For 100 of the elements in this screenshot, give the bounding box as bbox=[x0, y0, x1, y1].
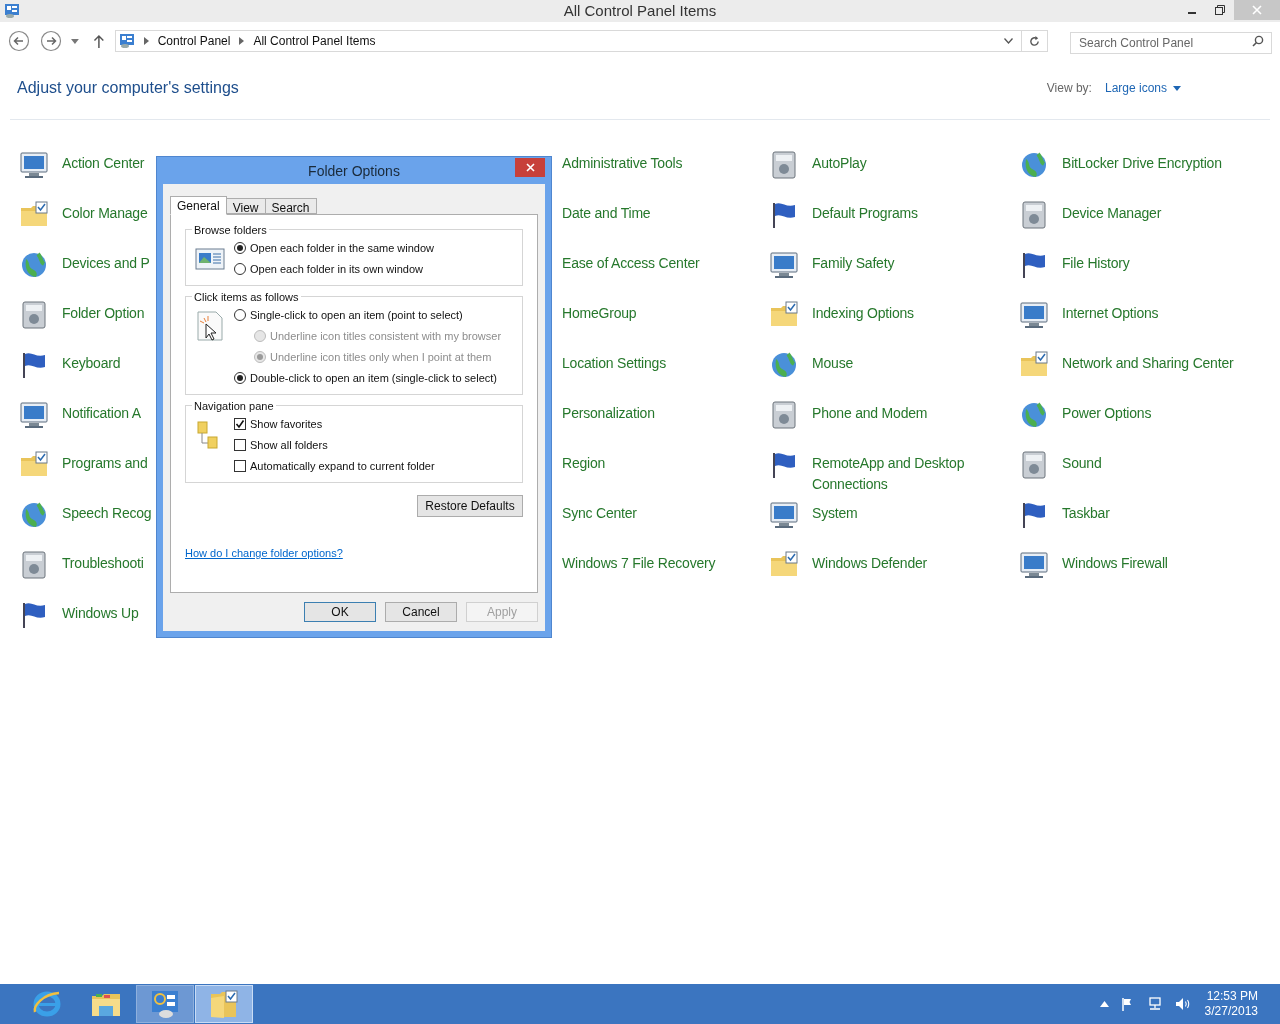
tab[interactable]: Search bbox=[265, 198, 317, 214]
close-icon bbox=[1252, 5, 1262, 15]
taskbar-button[interactable] bbox=[136, 985, 194, 1023]
address-bar[interactable]: Control Panel All Control Panel Items bbox=[114, 30, 1048, 52]
applet-link[interactable]: Date and Time bbox=[562, 199, 651, 224]
applet-link[interactable]: Troubleshooti bbox=[62, 549, 144, 574]
breadcrumb-item[interactable]: Control Panel bbox=[157, 32, 231, 50]
applet-link[interactable]: Folder Option bbox=[62, 299, 145, 324]
applet-link[interactable]: Region bbox=[562, 449, 606, 474]
view-by-label: View by: bbox=[1046, 80, 1092, 97]
applet-link[interactable]: Device Manager bbox=[1062, 199, 1162, 224]
option-label: Underline icon titles consistent with my browser bbox=[270, 328, 502, 344]
option-label: Open each folder in the same window bbox=[250, 240, 435, 256]
up-arrow-icon[interactable] bbox=[92, 34, 105, 48]
network-icon[interactable] bbox=[1146, 997, 1163, 1011]
applet-link[interactable]: Action Center bbox=[62, 149, 145, 174]
checkbox[interactable] bbox=[234, 418, 246, 430]
applet-link[interactable]: Speech Recog bbox=[62, 499, 152, 524]
applet-link[interactable]: Indexing Options bbox=[812, 299, 914, 324]
pointer-click-icon bbox=[194, 310, 226, 342]
applet-link[interactable]: Windows Firewall bbox=[1062, 549, 1168, 574]
breadcrumb-item[interactable]: All Control Panel Items bbox=[253, 32, 376, 50]
applet-link[interactable]: Notification A bbox=[62, 399, 141, 424]
radio-button[interactable] bbox=[234, 263, 246, 275]
clock-date: 3/27/2013 bbox=[1204, 1004, 1258, 1019]
option-label: Automatically expand to current folder bbox=[250, 458, 435, 474]
chevron-down-icon[interactable] bbox=[1004, 38, 1013, 44]
tab[interactable]: General bbox=[170, 196, 227, 215]
window-title: All Control Panel Items bbox=[562, 0, 718, 21]
page-heading: Adjust your computer's settings bbox=[17, 78, 239, 98]
help-link[interactable]: How do I change folder options? bbox=[185, 545, 343, 562]
caret-icon bbox=[1173, 85, 1181, 91]
speaker-icon[interactable] bbox=[1174, 997, 1191, 1011]
option-label: Underline icon titles only when I point at them bbox=[270, 349, 492, 365]
applet-link[interactable]: HomeGroup bbox=[562, 299, 637, 324]
checkbox[interactable] bbox=[234, 460, 246, 472]
applet-link[interactable]: Administrative Tools bbox=[562, 149, 683, 174]
dialog-button[interactable]: OK bbox=[304, 602, 376, 622]
applet-link[interactable]: Windows Up bbox=[62, 599, 139, 624]
view-by-dropdown[interactable]: Large icons bbox=[1104, 79, 1181, 97]
show-hidden-icons-icon[interactable] bbox=[1099, 1001, 1109, 1007]
dialog-title: Folder Options bbox=[307, 162, 401, 181]
applet-link[interactable]: AutoPlay bbox=[812, 149, 867, 174]
applet-icon[interactable] bbox=[768, 249, 800, 281]
dropdown-icon[interactable] bbox=[71, 38, 79, 44]
back-button[interactable] bbox=[8, 30, 30, 52]
applet-link[interactable]: Internet Options bbox=[1062, 299, 1159, 324]
close-button[interactable] bbox=[515, 158, 545, 177]
refresh-icon[interactable] bbox=[1029, 35, 1040, 47]
applet-link[interactable]: Default Programs bbox=[812, 199, 918, 224]
forward-button[interactable] bbox=[40, 30, 62, 52]
applet-link[interactable]: Keyboard bbox=[62, 349, 121, 374]
applet-link[interactable]: Sync Center bbox=[562, 499, 637, 524]
applet-icon[interactable] bbox=[1018, 299, 1050, 331]
restore-defaults-button[interactable]: Restore Defaults bbox=[417, 495, 523, 517]
control-panel-icon bbox=[4, 3, 20, 19]
applet-link[interactable]: Network and Sharing Center bbox=[1062, 349, 1234, 374]
applet-link[interactable]: Family Safety bbox=[812, 249, 895, 274]
applet-link[interactable]: Windows Defender bbox=[812, 549, 928, 574]
applet-link[interactable]: Devices and P bbox=[62, 249, 150, 274]
search-field[interactable]: Search Control Panel bbox=[1070, 32, 1272, 54]
applet-link[interactable]: Power Options bbox=[1062, 399, 1152, 424]
applet-link[interactable]: File History bbox=[1062, 249, 1130, 274]
applet-icon[interactable] bbox=[768, 499, 800, 531]
search-icon[interactable] bbox=[1252, 35, 1264, 47]
breadcrumb-arrow-icon[interactable] bbox=[143, 37, 149, 45]
applet-link[interactable]: Sound bbox=[1062, 449, 1102, 474]
breadcrumb-arrow-icon[interactable] bbox=[239, 37, 245, 45]
checkbox[interactable] bbox=[234, 439, 246, 451]
option-label: Single-click to open an item (point to select) bbox=[250, 307, 463, 323]
applet-link[interactable]: Personalization bbox=[562, 399, 655, 424]
applet-link[interactable]: Location Settings bbox=[562, 349, 666, 374]
applet-link[interactable]: Programs and bbox=[62, 449, 148, 474]
applet-link[interactable]: RemoteApp and Desktop Connections bbox=[812, 449, 987, 495]
radio-button[interactable] bbox=[234, 242, 246, 254]
applet-link[interactable]: Mouse bbox=[812, 349, 854, 374]
control-panel-icon bbox=[149, 988, 181, 1020]
taskbar-button[interactable] bbox=[195, 985, 253, 1023]
radio-button[interactable] bbox=[234, 309, 246, 321]
clock-time: 12:53 PM bbox=[1206, 989, 1258, 1004]
applet-link[interactable]: Phone and Modem bbox=[812, 399, 928, 424]
applet-link[interactable]: Color Manage bbox=[62, 199, 148, 224]
option-label: Show all folders bbox=[250, 437, 328, 453]
close-icon bbox=[525, 163, 535, 172]
option-label: Open each folder in its own window bbox=[250, 261, 424, 277]
restore-icon bbox=[1215, 5, 1225, 15]
applet-link[interactable]: BitLocker Drive Encryption bbox=[1062, 149, 1222, 174]
applet-icon[interactable] bbox=[1018, 549, 1050, 581]
applet-link[interactable]: Windows 7 File Recovery bbox=[562, 549, 716, 574]
clock[interactable]: 12:53 PM 3/27/2013 bbox=[1204, 989, 1258, 1019]
applet-link[interactable]: System bbox=[812, 499, 858, 524]
dialog-button[interactable]: Cancel bbox=[385, 602, 457, 622]
minimize-icon bbox=[1188, 12, 1196, 14]
tab[interactable]: View bbox=[226, 198, 266, 214]
option-label: Double-click to open an item (single-click to select) bbox=[250, 370, 497, 386]
applet-icon[interactable] bbox=[18, 149, 50, 181]
applet-icon[interactable] bbox=[18, 399, 50, 431]
applet-link[interactable]: Ease of Access Center bbox=[562, 249, 700, 274]
applet-link[interactable]: Taskbar bbox=[1062, 499, 1110, 524]
radio-button[interactable] bbox=[234, 372, 246, 384]
